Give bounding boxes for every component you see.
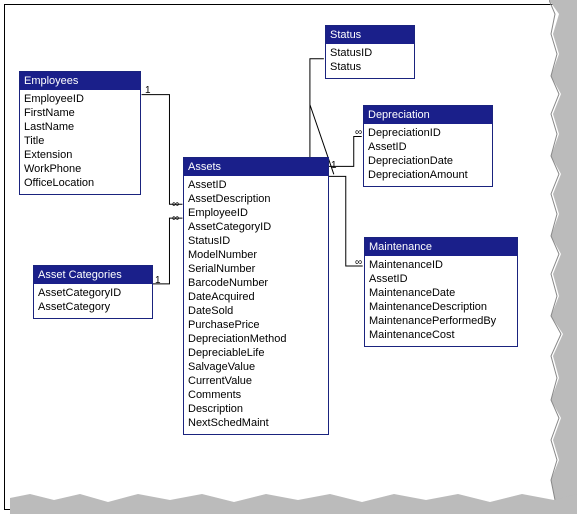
diagram-canvas: 1 ∞ 1 ∞ 1 ∞ ∞ Status StatusID Status Emp… [4, 4, 573, 510]
field[interactable]: AssetID [369, 272, 513, 286]
table-assets[interactable]: Assets AssetID AssetDescription Employee… [183, 157, 329, 435]
rel-many: ∞ [355, 257, 362, 268]
field[interactable]: DepreciationMethod [188, 332, 324, 346]
field[interactable]: AssetDescription [188, 192, 324, 206]
field[interactable]: AssetID [188, 178, 324, 192]
table-body: DepreciationID AssetID DepreciationDate … [364, 124, 492, 186]
table-employees[interactable]: Employees EmployeeID FirstName LastName … [19, 71, 141, 195]
field[interactable]: DateAcquired [188, 290, 324, 304]
field[interactable]: DepreciationDate [368, 154, 488, 168]
table-header[interactable]: Maintenance [365, 238, 517, 256]
field[interactable]: StatusID [330, 46, 410, 60]
field[interactable]: AssetCategoryID [188, 220, 324, 234]
table-header[interactable]: Employees [20, 72, 140, 90]
field[interactable]: NextSchedMaint [188, 416, 324, 430]
field[interactable]: MaintenanceID [369, 258, 513, 272]
table-body: MaintenanceID AssetID MaintenanceDate Ma… [365, 256, 517, 346]
field[interactable]: DateSold [188, 304, 324, 318]
table-header[interactable]: Depreciation [364, 106, 492, 124]
table-header[interactable]: Status [326, 26, 414, 44]
table-body: EmployeeID FirstName LastName Title Exte… [20, 90, 140, 194]
rel-one: 1 [155, 275, 161, 286]
table-header[interactable]: Assets [184, 158, 328, 176]
field[interactable]: MaintenanceDescription [369, 300, 513, 314]
table-maintenance[interactable]: Maintenance MaintenanceID AssetID Mainte… [364, 237, 518, 347]
field[interactable]: Description [188, 402, 324, 416]
table-body: StatusID Status [326, 44, 414, 78]
table-body: AssetID AssetDescription EmployeeID Asse… [184, 176, 328, 434]
field[interactable]: Title [24, 134, 136, 148]
field[interactable]: StatusID [188, 234, 324, 248]
field[interactable]: FirstName [24, 106, 136, 120]
field[interactable]: SalvageValue [188, 360, 324, 374]
field[interactable]: BarcodeNumber [188, 276, 324, 290]
field[interactable]: AssetID [368, 140, 488, 154]
field[interactable]: Extension [24, 148, 136, 162]
field[interactable]: EmployeeID [24, 92, 136, 106]
rel-many: ∞ [355, 127, 362, 138]
table-header[interactable]: Asset Categories [34, 266, 152, 284]
field[interactable]: DepreciationAmount [368, 168, 488, 182]
field[interactable]: WorkPhone [24, 162, 136, 176]
table-body: AssetCategoryID AssetCategory [34, 284, 152, 318]
field[interactable]: MaintenanceCost [369, 328, 513, 342]
table-depreciation[interactable]: Depreciation DepreciationID AssetID Depr… [363, 105, 493, 187]
field[interactable]: OfficeLocation [24, 176, 136, 190]
rel-many: ∞ [172, 199, 179, 210]
field[interactable]: AssetCategory [38, 300, 148, 314]
rel-many: ∞ [172, 213, 179, 224]
field[interactable]: ModelNumber [188, 248, 324, 262]
field[interactable]: PurchasePrice [188, 318, 324, 332]
field[interactable]: AssetCategoryID [38, 286, 148, 300]
field[interactable]: MaintenanceDate [369, 286, 513, 300]
field[interactable]: SerialNumber [188, 262, 324, 276]
table-status[interactable]: Status StatusID Status [325, 25, 415, 79]
table-asset-categories[interactable]: Asset Categories AssetCategoryID AssetCa… [33, 265, 153, 319]
rel-one: 1 [331, 160, 337, 171]
field[interactable]: MaintenancePerformedBy [369, 314, 513, 328]
rel-one: 1 [145, 85, 151, 96]
field[interactable]: CurrentValue [188, 374, 324, 388]
field[interactable]: Status [330, 60, 410, 74]
field[interactable]: Comments [188, 388, 324, 402]
field[interactable]: LastName [24, 120, 136, 134]
field[interactable]: EmployeeID [188, 206, 324, 220]
field[interactable]: DepreciableLife [188, 346, 324, 360]
field[interactable]: DepreciationID [368, 126, 488, 140]
